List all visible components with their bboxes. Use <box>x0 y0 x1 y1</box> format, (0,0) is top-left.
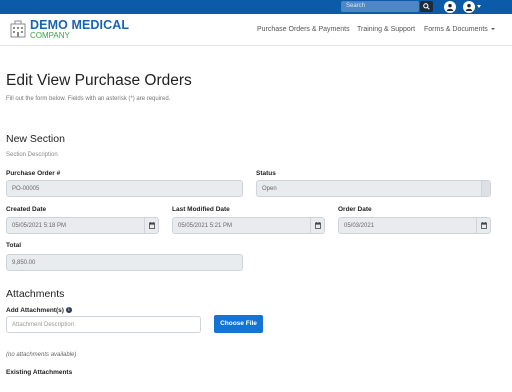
chevron-down-icon <box>490 28 495 31</box>
chevron-down-icon[interactable] <box>477 5 481 8</box>
page-title: Edit View Purchase Orders <box>6 72 192 89</box>
calendar-button[interactable] <box>310 218 324 233</box>
no-attachments-text: (no attachments available) <box>6 352 77 358</box>
calendar-button[interactable] <box>476 218 490 233</box>
nav-training-support[interactable]: Training & Support <box>357 26 415 33</box>
search-input[interactable]: Search <box>341 1 419 12</box>
user-silhouette-icon <box>446 3 454 11</box>
order-date-label: Order Date <box>338 206 372 213</box>
search-button[interactable] <box>420 1 433 12</box>
brand-subtitle: COMPANY <box>30 31 70 40</box>
section-description: Section Description <box>6 152 58 158</box>
user-icon[interactable] <box>444 1 456 13</box>
add-attachment-text: Add Attachment(s) <box>6 307 64 314</box>
info-icon[interactable]: i <box>65 307 72 313</box>
last-modified-date-value: 05/05/2021 5:21 PM <box>178 223 233 229</box>
add-attachment-label: Add Attachment(s) i <box>6 307 72 314</box>
nav-purchase-orders[interactable]: Purchase Orders & Payments <box>257 26 350 33</box>
nav-forms-documents[interactable]: Forms & Documents <box>424 26 495 33</box>
created-date-value: 05/05/2021 5:18 PM <box>12 223 67 229</box>
attachments-title: Attachments <box>6 288 65 300</box>
building-logo-icon <box>10 20 26 38</box>
page-description: Fill out the form below. Fields with an … <box>6 96 171 102</box>
status-label: Status <box>256 170 276 177</box>
last-modified-date-field[interactable]: 05/05/2021 5:21 PM <box>172 217 325 234</box>
top-utility-bar: Search <box>0 0 512 14</box>
site-header: DEMO MEDICAL COMPANY Purchase Orders & P… <box>0 14 512 46</box>
attachment-description-input[interactable]: Attachment Description <box>6 316 201 333</box>
purchase-order-label: Purchase Order # <box>6 170 61 177</box>
account-silhouette-icon <box>465 3 473 11</box>
created-date-field[interactable]: 05/05/2021 5:18 PM <box>6 217 159 234</box>
account-icon[interactable] <box>463 1 475 13</box>
last-modified-date-label: Last Modified Date <box>172 206 230 213</box>
total-field[interactable]: 9,850.00 <box>6 254 243 271</box>
brand-name[interactable]: DEMO MEDICAL <box>30 18 129 32</box>
calendar-icon <box>315 222 321 229</box>
created-date-label: Created Date <box>6 206 47 213</box>
status-select[interactable]: Open <box>256 180 491 197</box>
nav-label: Forms & Documents <box>424 26 488 33</box>
purchase-order-field[interactable]: PO-00005 <box>6 180 243 197</box>
section-title: New Section <box>6 133 65 145</box>
existing-attachments-label: Existing Attachments <box>6 369 73 376</box>
nav-label: Training & Support <box>357 26 416 33</box>
search-icon <box>423 3 430 10</box>
order-date-field[interactable]: 05/03/2021 <box>338 217 491 234</box>
calendar-icon <box>481 222 487 229</box>
calendar-button[interactable] <box>144 218 158 233</box>
total-label: Total <box>6 242 22 249</box>
order-date-value: 05/03/2021 <box>344 223 375 229</box>
choose-file-button[interactable]: Choose File <box>214 315 263 333</box>
nav-label: Purchase Orders & Payments <box>257 26 350 33</box>
select-arrow-icon <box>481 181 490 196</box>
calendar-icon <box>149 222 155 229</box>
status-value: Open <box>262 186 277 192</box>
